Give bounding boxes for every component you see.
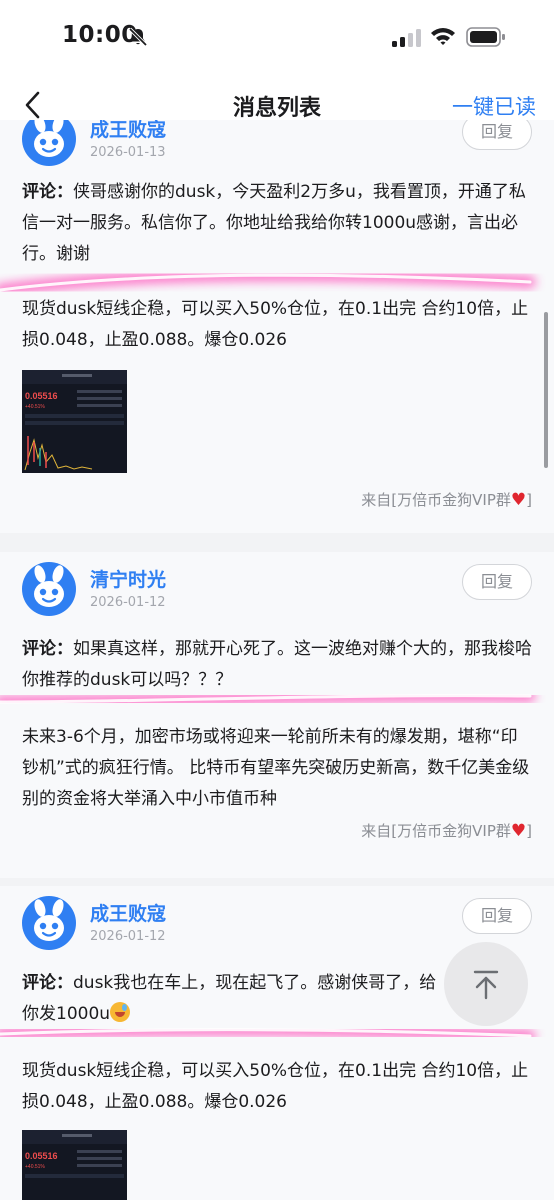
scroll-to-top-button[interactable] bbox=[444, 942, 528, 1026]
comment-text: 评论：如果真这样，那就开心死了。这一波绝对赚个大的，那我梭哈你推荐的dusk可以… bbox=[22, 634, 532, 696]
thumb-change: +40.51% bbox=[25, 1164, 45, 1170]
chart-thumbnail[interactable]: 0.05516 +40.51% bbox=[22, 1130, 127, 1200]
post-date: 2026-01-13 bbox=[90, 145, 166, 160]
comment-content: 如果真这样，那就开心死了。这一波绝对赚个大的，那我梭哈你推荐的dusk可以吗？？… bbox=[22, 639, 532, 690]
status-time: 10:00 bbox=[62, 22, 138, 48]
user-name[interactable]: 清宁时光 bbox=[90, 565, 166, 592]
user-name[interactable]: 成王败寇 bbox=[90, 120, 166, 142]
comment-content: dusk我也在车上，现在起飞了。感谢侠哥了，给你发1000u bbox=[22, 973, 437, 1024]
source-text: 来自[万倍币金狗VIP群 bbox=[361, 822, 511, 840]
thumb-price: 0.05516 bbox=[25, 391, 58, 401]
reply-button[interactable]: 回复 bbox=[462, 120, 532, 150]
avatar-icon[interactable] bbox=[22, 562, 76, 616]
status-bar: 10:00 bbox=[0, 0, 554, 76]
source-text: 来自[万倍币金狗VIP群 bbox=[361, 491, 511, 509]
bell-slash-icon bbox=[128, 27, 148, 47]
message-card: 成王败寇 2026-01-13 回复 评论：侠哥感谢你的dusk，今天盈利2万多… bbox=[0, 120, 554, 533]
reply-button[interactable]: 回复 bbox=[462, 564, 532, 600]
thumb-price: 0.05516 bbox=[25, 1151, 58, 1161]
message-card: 成王败寇 2026-01-12 回复 评论：dusk我也在车上，现在起飞了。感谢… bbox=[0, 886, 554, 1200]
chart-thumbnail[interactable]: 0.05516 +40.51% bbox=[22, 370, 127, 473]
card-header: 清宁时光 2026-01-12 回复 bbox=[0, 552, 554, 622]
comment-content: 侠哥感谢你的dusk，今天盈利2万多u，我看置顶，开通了私信一对一服务。私信你了… bbox=[22, 182, 526, 264]
heart-icon: ♥ bbox=[510, 490, 527, 510]
source-label: 来自[万倍币金狗VIP群♥] bbox=[361, 821, 532, 841]
comment-text: 评论：dusk我也在车上，现在起飞了。感谢侠哥了，给你发1000u bbox=[22, 968, 444, 1030]
message-list[interactable]: 成王败寇 2026-01-13 回复 评论：侠哥感谢你的dusk，今天盈利2万多… bbox=[0, 120, 554, 1200]
sweat-smile-emoji-icon bbox=[110, 1002, 131, 1022]
message-card: 清宁时光 2026-01-12 回复 评论：如果真这样，那就开心死了。这一波绝对… bbox=[0, 552, 554, 878]
comment-prefix: 评论： bbox=[22, 182, 73, 202]
source-label: 来自[万倍币金狗VIP群♥] bbox=[361, 490, 532, 510]
arrow-up-icon bbox=[473, 970, 499, 1000]
comment-prefix: 评论： bbox=[22, 973, 73, 993]
wifi-icon bbox=[431, 28, 455, 45]
comment-text: 评论：侠哥感谢你的dusk，今天盈利2万多u，我看置顶，开通了私信一对一服务。私… bbox=[22, 177, 532, 270]
comment-prefix: 评论： bbox=[22, 639, 73, 659]
battery-icon bbox=[466, 27, 505, 47]
post-date: 2026-01-12 bbox=[90, 929, 166, 944]
reply-button[interactable]: 回复 bbox=[462, 898, 532, 934]
post-body[interactable]: 现货dusk短线企稳，可以买入50%仓位，在0.1出完 合约10倍，止损0.04… bbox=[22, 1056, 532, 1118]
user-name[interactable]: 成王败寇 bbox=[90, 899, 166, 926]
heart-icon: ♥ bbox=[510, 821, 527, 841]
post-body[interactable]: 未来3-6个月，加密市场或将迎来一轮前所未有的爆发期，堪称“印钞机”式的疯狂行情… bbox=[22, 722, 532, 815]
mark-all-read-button[interactable]: 一键已读 bbox=[452, 91, 536, 121]
avatar-icon[interactable] bbox=[22, 120, 76, 166]
card-header: 成王败寇 2026-01-13 回复 bbox=[0, 120, 554, 172]
scrollbar[interactable] bbox=[544, 312, 548, 468]
post-date: 2026-01-12 bbox=[90, 595, 166, 610]
signal-icon bbox=[392, 29, 421, 47]
thumb-change: +40.51% bbox=[25, 404, 45, 410]
avatar-icon[interactable] bbox=[22, 896, 76, 950]
post-body[interactable]: 现货dusk短线企稳，可以买入50%仓位，在0.1出完 合约10倍，止损0.04… bbox=[22, 294, 532, 356]
